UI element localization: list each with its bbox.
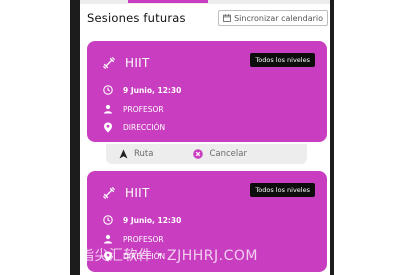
clock-icon bbox=[103, 85, 113, 95]
session-name: HIIT bbox=[125, 186, 150, 200]
session-date-row: 9 Junio, 12:30 bbox=[103, 215, 181, 225]
watermark-text: 指尖汇软件・ZJHHRJ.COM bbox=[80, 248, 258, 264]
session-name: HIIT bbox=[125, 56, 150, 70]
session-card[interactable]: Todos los niveles HIIT 9 Junio, 12:30 PR… bbox=[87, 41, 327, 142]
dumbbell-icon bbox=[103, 187, 115, 199]
sync-calendar-button[interactable]: Sincronizar calendario bbox=[218, 10, 328, 26]
navigation-arrow-icon bbox=[119, 149, 128, 159]
person-icon bbox=[103, 234, 113, 244]
session-instructor-row: PROFESOR bbox=[103, 234, 164, 244]
dumbbell-icon bbox=[103, 57, 115, 69]
session-title-row: HIIT bbox=[103, 56, 150, 70]
route-button[interactable]: Ruta bbox=[119, 149, 153, 159]
session-address-row: DIRECCIÓN bbox=[103, 122, 165, 133]
cancel-circle-icon bbox=[193, 149, 204, 159]
level-badge: Todos los niveles bbox=[250, 53, 315, 67]
app-screen: Sesiones futuras Sincronizar calendario … bbox=[80, 0, 330, 275]
session-actions-bar: Ruta Cancelar bbox=[106, 144, 307, 164]
active-tab-indicator bbox=[128, 0, 208, 3]
session-title-row: HIIT bbox=[103, 186, 150, 200]
location-pin-icon bbox=[103, 122, 113, 133]
person-icon bbox=[103, 104, 113, 114]
session-date: 9 Junio, 12:30 bbox=[123, 85, 182, 95]
session-address: DIRECCIÓN bbox=[123, 123, 166, 132]
route-label: Ruta bbox=[134, 149, 154, 159]
page-title: Sesiones futuras bbox=[87, 11, 186, 25]
session-instructor-row: PROFESOR bbox=[103, 104, 164, 114]
cancel-label: Cancelar bbox=[209, 149, 247, 159]
section-header: Sesiones futuras Sincronizar calendario bbox=[87, 9, 330, 27]
level-badge: Todos los niveles bbox=[250, 183, 315, 197]
cancel-button[interactable]: Cancelar bbox=[193, 149, 247, 159]
session-instructor: PROFESOR bbox=[123, 104, 164, 114]
session-date-row: 9 Junio, 12:30 bbox=[103, 85, 181, 95]
calendar-icon bbox=[223, 14, 231, 22]
session-date: 9 Junio, 12:30 bbox=[123, 215, 182, 225]
clock-icon bbox=[103, 215, 113, 225]
session-instructor: PROFESOR bbox=[123, 234, 164, 244]
sync-calendar-label: Sincronizar calendario bbox=[234, 13, 323, 23]
